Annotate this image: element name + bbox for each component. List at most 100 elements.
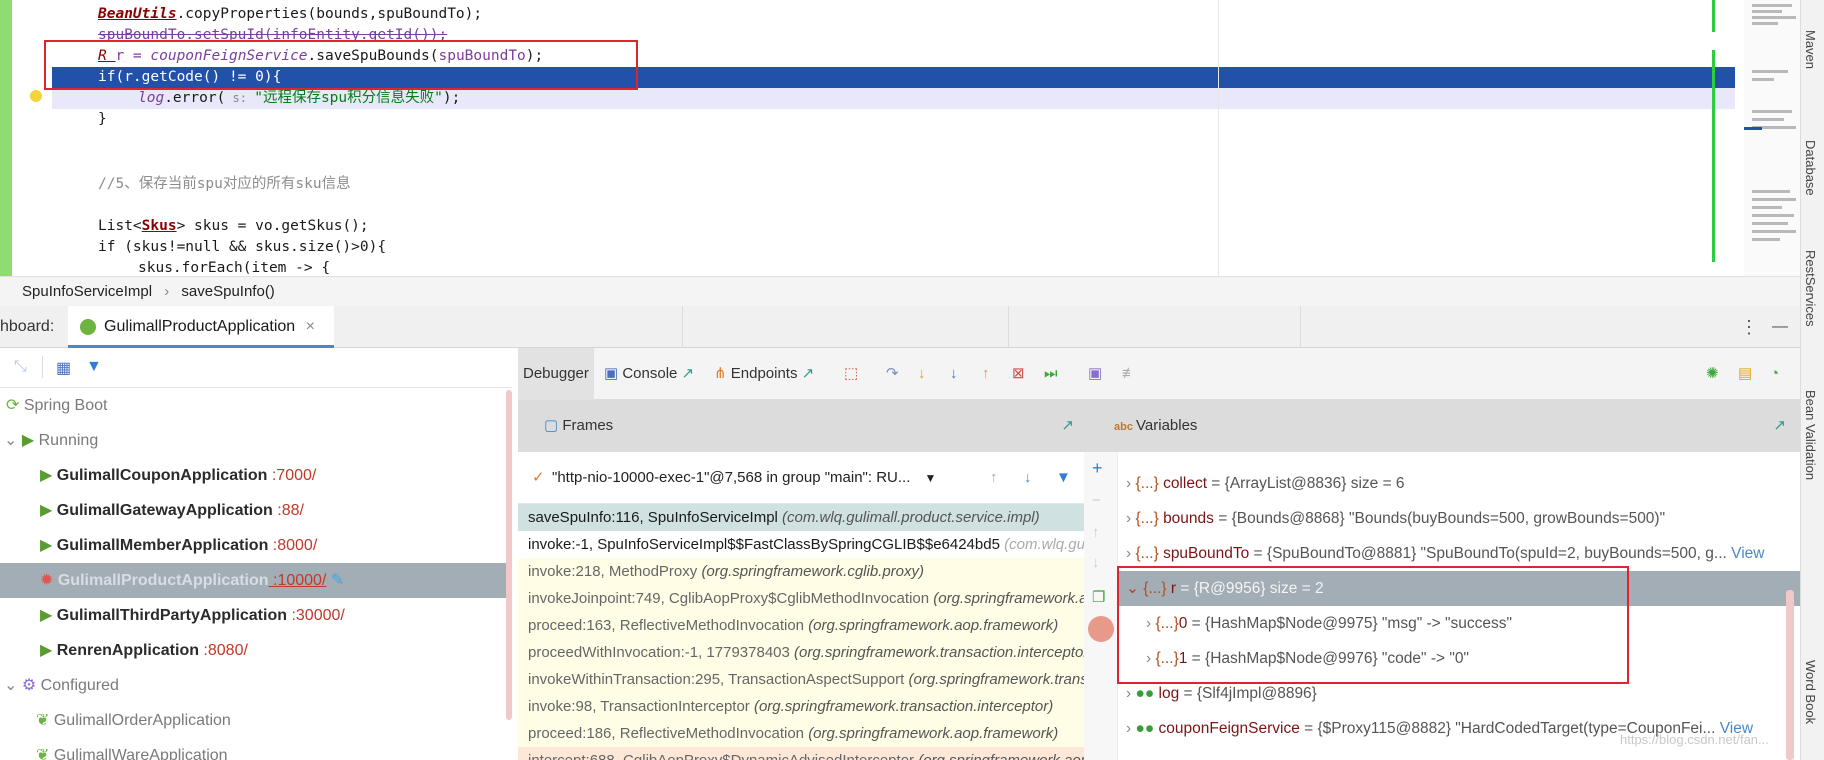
tab-console[interactable]: ▣ Console ↗ [604,348,694,400]
tree-node-app[interactable]: ▶ RenrenApplication :8080/ [0,633,512,668]
group-icon[interactable]: ▦ [56,358,71,378]
variable-row[interactable]: › {...} bounds = {Bounds@8868} "Bounds(b… [1084,501,1800,536]
run-to-cursor-icon[interactable]: ⏭ [1044,348,1058,400]
trace-icon[interactable]: ≢ [1122,348,1137,400]
frame-row[interactable]: invokeJoinpoint:749, CglibAopProxy$Cglib… [518,585,1084,612]
tree-node-app[interactable]: ▶ GulimallThirdPartyApplication :30000/ [0,598,512,633]
scrollbar[interactable] [1786,590,1794,760]
minimap-caret [1744,127,1762,130]
bug-icon[interactable]: ✺ [1706,348,1719,400]
tree-node-configured[interactable]: ⌄ ⚙ Configured [0,668,512,703]
step-out-icon[interactable]: ↑ [982,348,990,400]
tree-node-running[interactable]: ⌄ ▶ Running [0,423,512,458]
chevron-down-icon: ▼ [924,471,937,485]
code-token: Skus [141,218,177,234]
memory-icon[interactable]: ▤ [1738,348,1752,400]
frame-row[interactable]: proceed:163, ReflectiveMethodInvocation … [518,612,1084,639]
remove-watch-icon[interactable]: − [1092,492,1101,509]
code-token: .error( [164,90,226,106]
watches-icon[interactable] [1088,616,1114,642]
add-watch-icon[interactable]: + [1092,458,1103,479]
code-token: BeanUtils [98,6,177,22]
minimize-icon[interactable]: — [1772,306,1788,348]
annotation-box [44,40,638,90]
spring-leaf-icon [80,319,96,335]
breadcrumb-class[interactable]: SpuInfoServiceImpl [22,283,152,300]
code-line: } [98,111,107,127]
change-marker [1712,50,1715,262]
param-hint: s: [225,91,255,105]
up-icon[interactable]: ↑ [1092,524,1100,541]
tree-node-app[interactable]: ❦ GulimallOrderApplication [0,703,512,738]
tree-node-app[interactable]: ▶ GulimallCouponApplication :7000/ [0,458,512,493]
force-step-into-icon[interactable]: ↓ [950,348,958,400]
view-link: View [1731,545,1765,562]
tree-node-app[interactable]: ▶ GulimallMemberApplication :8000/ [0,528,512,563]
code-token: .copyProperties(bounds,spuBoundTo); [176,6,483,22]
tree-node-app-selected[interactable]: ✹ GulimallProductApplication :10000/ ✎ [0,563,512,598]
minimap[interactable] [1744,0,1800,276]
copy-icon[interactable]: ❐ [1092,588,1105,606]
lightbulb-icon[interactable] [30,90,42,102]
variable-row[interactable]: › {...} collect = {ArrayList@8836} size … [1084,466,1800,501]
services-toolbar: ⤡ ▦ ▼ [0,348,512,388]
tool-word-book[interactable]: Word Book [1803,660,1818,724]
frame-row[interactable]: intercept:688, CglibAopProxy$DynamicAdvi… [518,747,1084,760]
up-icon[interactable]: ↑ [990,452,998,504]
frame-row[interactable]: invokeWithinTransaction:295, Transaction… [518,666,1084,693]
tab-debugger[interactable]: Debugger [518,348,594,400]
expand-icon[interactable]: ↗ [1773,400,1786,452]
down-icon[interactable]: ↓ [1092,554,1100,571]
tree-node-app[interactable]: ▶ GulimallGatewayApplication :88/ [0,493,512,528]
tool-database[interactable]: Database [1803,140,1818,196]
drop-frame-icon[interactable]: ⊠ [1012,348,1025,400]
right-margin-guide [1218,0,1219,276]
collapse-icon[interactable]: ⤡ [14,358,27,376]
tab-label: GulimallProductApplication [104,318,296,335]
breadcrumb-method[interactable]: saveSpuInfo() [181,283,274,300]
tree-node-app[interactable]: ❦ GulimallWareApplication [0,738,512,760]
frame-row[interactable]: invoke:218, MethodProxy (org.springframe… [518,558,1084,585]
breadcrumb: SpuInfoServiceImpl › saveSpuInfo() [0,276,1800,306]
frame-row[interactable]: invoke:-1, SpuInfoServiceImpl$$FastClass… [518,531,1084,558]
tool-maven[interactable]: Maven [1803,30,1818,69]
filter-icon[interactable]: ▼ [86,358,102,376]
code-token: > skus = vo.getSkus(); [176,218,369,234]
down-icon[interactable]: ↓ [1024,452,1032,504]
tab-gulimall-product[interactable]: GulimallProductApplication × [68,306,334,348]
more-icon[interactable]: ⋮ [1740,306,1758,348]
tab-endpoints[interactable]: ⋔ Endpoints ↗ [714,348,814,400]
expand-icon[interactable]: ↗ [1061,400,1074,452]
code-token: List< [98,218,142,234]
frame-row[interactable]: proceedWithInvocation:-1, 1779378403 (or… [518,639,1084,666]
scrollbar[interactable] [506,390,512,720]
close-icon[interactable]: × [306,318,315,335]
frame-row[interactable]: invoke:98, TransactionInterceptor (org.s… [518,693,1084,720]
code-line: List<Skus> skus = vo.getSkus(); [98,216,369,237]
step-over-icon[interactable]: ↷ [886,348,899,400]
variables-side-toolbar: + − ↑ ↓ ❐ [1084,452,1118,760]
tree-node-spring-boot[interactable]: ⟳ Spring Boot [0,388,512,423]
tool-restservices[interactable]: RestServices [1803,250,1818,327]
frames-header: ▢ Frames ↗ [518,400,1084,452]
frames-list: saveSpuInfo:116, SpuInfoServiceImpl (com… [518,504,1084,760]
step-into-icon[interactable]: ↓ [918,348,926,400]
filter-icon[interactable]: ▼ [1056,452,1071,504]
code-line: skus.forEach(item -> { [138,260,331,276]
code-line: if (skus!=null && skus.size()>0){ [98,239,387,255]
services-tab-bar: hboard: GulimallProductApplication × ⋮ — [0,306,1800,348]
check-icon: ✓ [532,469,545,486]
code-token: "远程保存spu积分信息失败" [254,90,443,106]
show-execution-point-icon[interactable]: ⬚ [844,348,858,400]
code-editor[interactable]: BeanUtils.copyProperties(bounds,spuBound… [0,0,1744,276]
frame-row[interactable]: proceed:186, ReflectiveMethodInvocation … [518,720,1084,747]
code-line: BeanUtils.copyProperties(bounds,spuBound… [98,4,482,25]
code-token: ); [442,90,461,106]
code-token: log [138,90,165,106]
code-comment: //5、保存当前spu对应的所有sku信息 [98,176,351,192]
tool-bean-validation[interactable]: Bean Validation [1803,390,1818,480]
frame-row-selected[interactable]: saveSpuInfo:116, SpuInfoServiceImpl (com… [518,504,1084,531]
thread-selector[interactable]: ✓ "http-nio-10000-exec-1"@7,568 in group… [518,452,1084,504]
settings-icon[interactable]: ◔ [1770,348,1779,400]
evaluate-icon[interactable]: ▣ [1088,348,1102,400]
